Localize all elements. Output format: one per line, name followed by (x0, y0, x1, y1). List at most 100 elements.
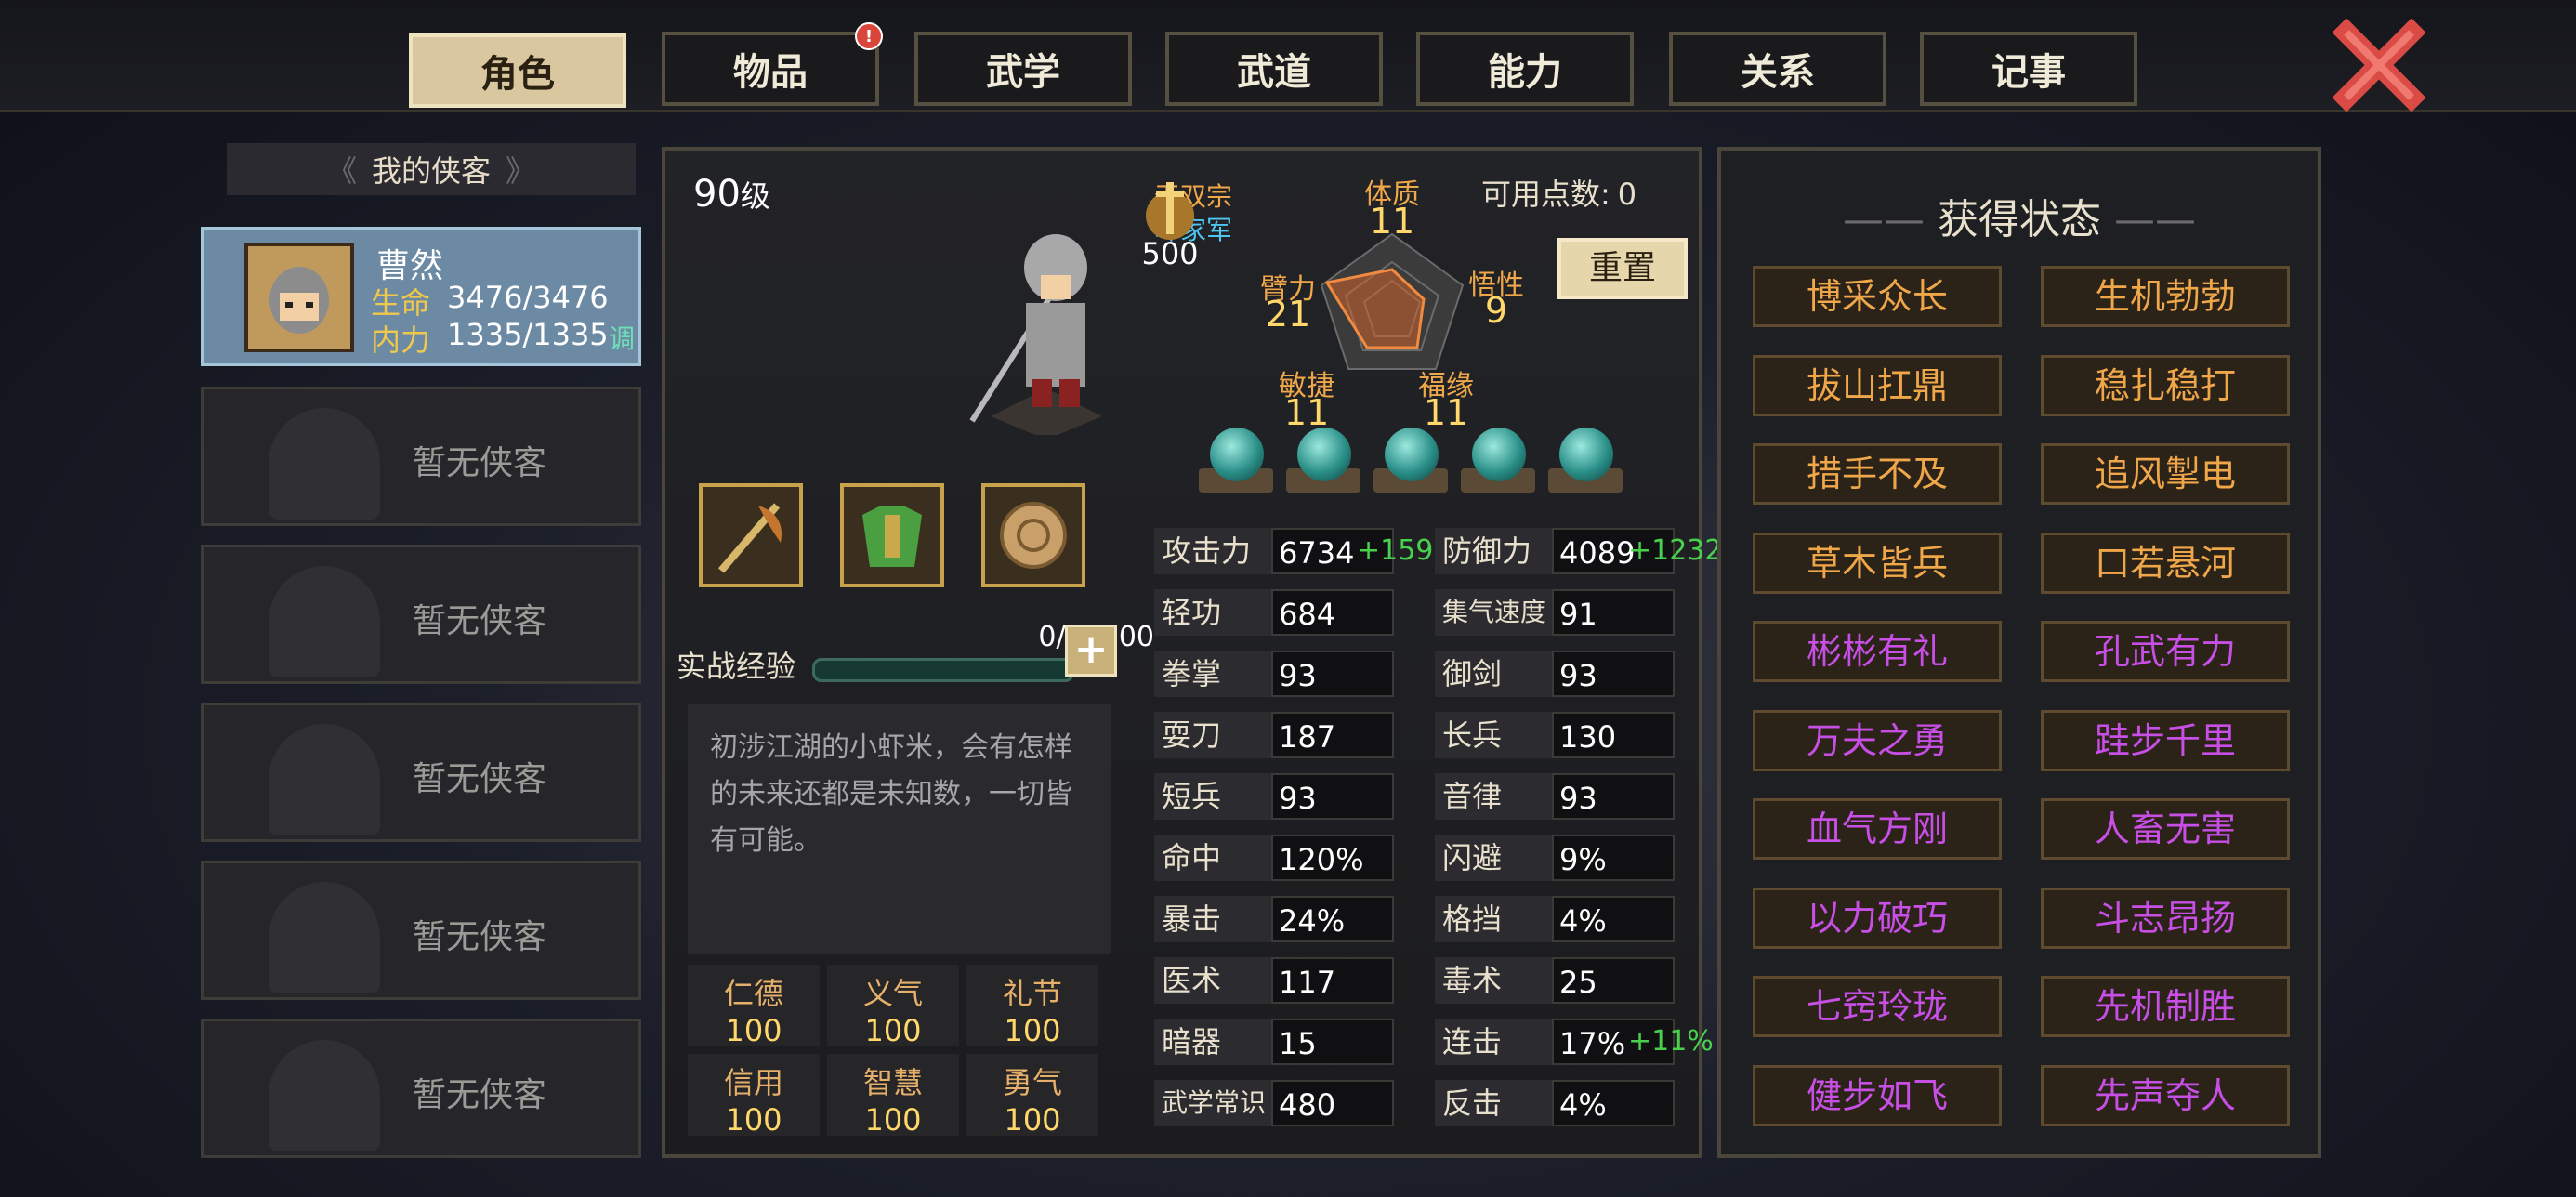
hero-slot-selected[interactable]: 曹然 生命 3476/3476 内力 1335/1335 调 (201, 227, 641, 366)
gem-icon[interactable] (1297, 428, 1351, 481)
status-chip[interactable]: 血气方刚 (1753, 798, 2002, 860)
attr-value-agility: 11 (1283, 392, 1330, 433)
status-chip[interactable]: 稳扎稳打 (2041, 354, 2290, 416)
stat-value: 120% (1271, 835, 1394, 881)
available-points-label: 可用点数: (1481, 177, 1610, 212)
exp-progress-bar (812, 658, 1074, 682)
stat-value: 684 (1271, 589, 1394, 636)
level-unit: 级 (740, 178, 770, 214)
stat-value: 187 (1271, 712, 1394, 758)
stat-value: 25 (1552, 957, 1675, 1004)
status-chip[interactable]: 健步如飞 (1753, 1064, 2002, 1126)
stat-label: 暴击 (1154, 896, 1271, 942)
power-value: 500 (1141, 236, 1199, 271)
gem-icon[interactable] (1385, 428, 1439, 481)
status-chip[interactable]: 先机制胜 (2041, 976, 2290, 1037)
stat-label: 反击 (1435, 1080, 1552, 1126)
stat-value: 9% (1552, 835, 1675, 881)
tab-relations[interactable]: 关系 (1669, 32, 1886, 106)
status-chip[interactable]: 彬彬有礼 (1753, 621, 2002, 682)
tab-martial-arts[interactable]: 武学 (914, 32, 1132, 106)
hero-slot-empty[interactable]: 暂无侠客 (201, 1019, 641, 1158)
adjust-button[interactable]: 调 (609, 319, 635, 356)
status-chip[interactable]: 以力破巧 (1753, 887, 2002, 949)
status-chip[interactable]: 追风掣电 (2041, 443, 2290, 505)
status-chip[interactable]: 先声夺人 (2041, 1064, 2290, 1126)
stat-label: 拳掌 (1154, 651, 1271, 697)
status-chip[interactable]: 草木皆兵 (1753, 532, 2002, 594)
stat-value: 480 (1271, 1080, 1394, 1126)
stat-label: 命中 (1154, 835, 1271, 881)
level-display: 90级 (693, 173, 770, 216)
attr-value-insight: 9 (1484, 290, 1508, 331)
list-title: 我的侠客 (371, 153, 491, 189)
tab-abilities[interactable]: 能力 (1416, 32, 1634, 106)
stat-value: 24% (1271, 896, 1394, 942)
stat-value: 93 (1271, 651, 1394, 697)
status-chip[interactable]: 人畜无害 (2041, 798, 2290, 860)
equip-slot-accessory[interactable] (981, 483, 1085, 587)
attr-value-constitution: 11 (1369, 201, 1415, 242)
gem-icon[interactable] (1559, 428, 1613, 481)
silhouette-icon (269, 408, 380, 520)
virtue-cell: 智慧 100 (827, 1054, 959, 1138)
stat-value: 4% (1552, 1080, 1675, 1126)
status-chip[interactable]: 口若悬河 (2041, 532, 2290, 594)
hero-slot-empty[interactable]: 暂无侠客 (201, 387, 641, 526)
stat-value: 91 (1552, 589, 1675, 636)
tab-label: 能力 (1488, 51, 1562, 94)
hero-slot-empty[interactable]: 暂无侠客 (201, 703, 641, 842)
hero-portrait-icon (269, 267, 329, 334)
status-chip[interactable]: 跬步千里 (2041, 709, 2290, 771)
status-chip[interactable]: 七窍玲珑 (1753, 976, 2002, 1037)
gem-icon[interactable] (1472, 428, 1526, 481)
gem-icon[interactable] (1210, 428, 1264, 481)
silhouette-icon (269, 882, 380, 993)
stat-label: 医术 (1154, 957, 1271, 1004)
stat-label: 集气速度 (1435, 589, 1552, 636)
stat-value: 93 (1552, 773, 1675, 820)
empty-slot-label: 暂无侠客 (413, 602, 547, 640)
status-chip[interactable]: 孔武有力 (2041, 621, 2290, 682)
amulet-icon (1000, 502, 1067, 569)
virtue-label: 信用 (723, 1065, 783, 1100)
tab-items[interactable]: 物品! (662, 22, 883, 106)
stat-label: 连击 (1435, 1019, 1552, 1065)
chevron-right-icon[interactable]: 》 (506, 148, 535, 191)
reset-button[interactable]: 重置 (1557, 238, 1688, 299)
virtue-cell: 礼节 100 (966, 965, 1098, 1048)
hero-slot-empty[interactable]: 暂无侠客 (201, 545, 641, 684)
virtue-cell: 勇气 100 (966, 1054, 1098, 1138)
virtue-label: 仁德 (723, 976, 783, 1011)
close-button[interactable] (2332, 18, 2426, 112)
hero-slot-empty[interactable]: 暂无侠客 (201, 861, 641, 1000)
equip-slot-armor[interactable] (840, 483, 944, 587)
status-chip[interactable]: 拔山扛鼎 (1753, 354, 2002, 416)
virtue-label: 勇气 (1002, 1065, 1062, 1100)
virtue-cell: 信用 100 (688, 1054, 820, 1138)
tab-journal[interactable]: 记事 (1920, 32, 2137, 106)
equip-slot-weapon[interactable] (699, 483, 803, 587)
character-panel: 90级 无双宗 叶家军 500 体质 11 悟性 9 臂力 21 敏捷 11 福… (662, 147, 1722, 1158)
status-chip[interactable]: 生机勃勃 (2041, 266, 2290, 327)
stat-bonus: +11% (1628, 1025, 1714, 1058)
virtue-label: 礼节 (1002, 976, 1062, 1011)
virtue-value: 100 (725, 1102, 782, 1138)
tab-label: 关系 (1741, 51, 1815, 94)
status-chip[interactable]: 万夫之勇 (1753, 709, 2002, 771)
stat-label: 长兵 (1435, 712, 1552, 758)
tab-character[interactable]: 角色 (409, 33, 626, 108)
stat-label: 耍刀 (1154, 712, 1271, 758)
silhouette-icon (269, 566, 380, 677)
silhouette-icon (269, 724, 380, 835)
stat-bonus: +1232 (1628, 534, 1723, 567)
empty-slot-label: 暂无侠客 (413, 1076, 547, 1114)
status-chip[interactable]: 措手不及 (1753, 443, 2002, 505)
stat-value: 93 (1271, 773, 1394, 820)
stat-label: 防御力 (1435, 528, 1552, 574)
add-exp-button[interactable]: + (1065, 625, 1117, 677)
chevron-left-icon[interactable]: 《 (327, 148, 357, 191)
tab-martial-way[interactable]: 武道 (1165, 32, 1383, 106)
status-chip[interactable]: 斗志昂扬 (2041, 887, 2290, 949)
status-chip[interactable]: 博采众长 (1753, 266, 2002, 327)
